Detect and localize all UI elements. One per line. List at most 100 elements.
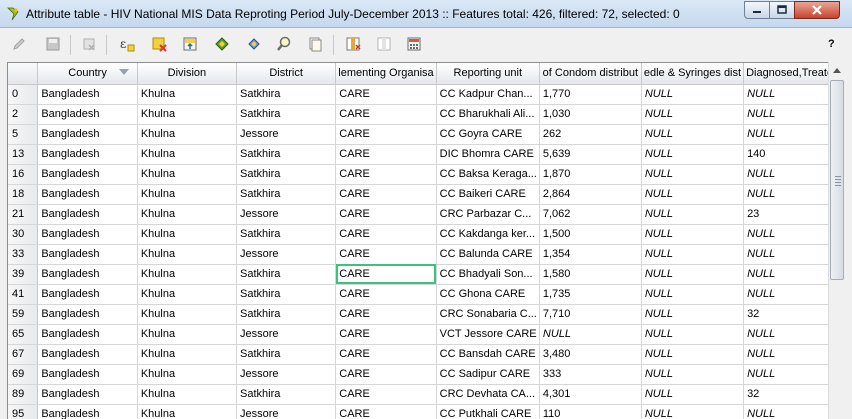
table-cell[interactable]: CARE [335,344,437,365]
table-row[interactable]: 0 Bangladesh Khulna Satkhira CARE CC Kadpur C… [8,84,844,105]
column-header-division[interactable]: Division [137,63,238,85]
save-edits-button[interactable] [43,34,63,54]
select-by-expression-button[interactable]: ε [117,34,137,54]
table-cell[interactable]: Bangladesh [37,284,138,305]
table-cell[interactable]: Bangladesh [37,204,138,225]
table-cell[interactable]: 7,062 [539,204,642,225]
table-cell[interactable]: Khulna [137,264,238,285]
table-cell[interactable]: 1,580 [539,264,642,285]
table-cell[interactable]: CC Putkhali CARE [436,404,540,419]
table-cell[interactable]: Bangladesh [37,364,138,385]
table-cell[interactable]: Khulna [137,224,238,245]
column-header-district[interactable]: District [236,63,337,85]
table-cell[interactable]: Bangladesh [37,184,138,205]
table-row[interactable]: 30 Bangladesh Khulna Satkhira CARE CC Kakdang… [8,224,844,245]
table-cell[interactable]: 333 [539,364,642,385]
table-row[interactable]: 89 Bangladesh Khulna Satkhira CARE CRC Devhat… [8,384,844,405]
table-cell[interactable]: 7,710 [539,304,642,325]
new-column-button[interactable] [343,34,363,54]
table-cell[interactable]: Bangladesh [37,84,138,105]
table-cell[interactable]: CC Kadpur Chan... [436,84,540,105]
table-cell[interactable]: Bangladesh [37,224,138,245]
table-cell[interactable]: Bangladesh [37,144,138,165]
table-cell[interactable]: 1,735 [539,284,642,305]
row-header[interactable]: 67 [8,344,39,365]
table-cell[interactable]: CC Kakdanga ker... [436,224,540,245]
row-header[interactable]: 69 [8,364,39,385]
table-cell[interactable]: CC Goyra CARE [436,124,540,145]
row-header[interactable]: 33 [8,244,39,265]
table-cell[interactable]: Khulna [137,124,238,145]
table-row[interactable]: 33 Bangladesh Khulna Jessore CARE CC Balunda … [8,244,844,265]
table-row[interactable]: 16 Bangladesh Khulna Satkhira CARE CC Baksa K… [8,164,844,185]
zoom-to-selected-button[interactable] [274,34,294,54]
table-cell[interactable]: CC Balunda CARE [436,244,540,265]
table-cell[interactable]: NULL [641,144,745,165]
table-cell[interactable]: CARE [335,84,437,105]
table-row[interactable]: 21 Bangladesh Khulna Jessore CARE CRC Parbaza… [8,204,844,225]
table-cell[interactable]: 4,301 [539,384,642,405]
table-cell[interactable]: Khulna [137,184,238,205]
table-cell[interactable]: NULL [641,244,745,265]
table-cell[interactable]: Satkhira [236,184,337,205]
table-cell[interactable]: CC Ghona CARE [436,284,540,305]
table-cell[interactable]: CC Baksa Keraga... [436,164,540,185]
row-header[interactable]: 65 [8,324,39,345]
table-row[interactable]: 13 Bangladesh Khulna Satkhira CARE DIC Bhomra… [8,144,844,165]
table-cell[interactable]: 3,480 [539,344,642,365]
table-row[interactable]: 39 Bangladesh Khulna Satkhira CARE CC Bhadyal… [8,264,844,285]
row-header[interactable]: 95 [8,404,39,419]
table-cell[interactable]: CARE [335,124,437,145]
table-cell[interactable]: Khulna [137,344,238,365]
row-header[interactable]: 59 [8,304,39,325]
table-cell[interactable]: Bangladesh [37,384,138,405]
deselect-all-button[interactable] [149,34,169,54]
table-cell[interactable]: Jessore [236,364,337,385]
table-cell[interactable]: 1,030 [539,104,642,125]
table-cell[interactable]: NULL [641,124,745,145]
table-cell[interactable]: CARE [335,164,437,185]
column-header-country[interactable]: Country [37,63,138,85]
table-cell[interactable]: CC Bansdah CARE [436,344,540,365]
table-row[interactable]: 67 Bangladesh Khulna Satkhira CARE CC Bansdah… [8,344,844,365]
table-cell[interactable]: CARE [335,324,437,345]
row-header[interactable]: 30 [8,224,39,245]
table-cell[interactable]: CARE [335,224,437,245]
table-cell[interactable]: Khulna [137,204,238,225]
row-header[interactable]: 21 [8,204,39,225]
table-cell[interactable]: Bangladesh [37,264,138,285]
table-cell[interactable]: NULL [641,264,745,285]
table-cell[interactable]: NULL [641,404,745,419]
row-header[interactable]: 41 [8,284,39,305]
table-cell[interactable]: Khulna [137,244,238,265]
table-row[interactable]: 69 Bangladesh Khulna Jessore CARE CC Sadipur … [8,364,844,385]
table-cell[interactable]: NULL [641,304,745,325]
vertical-scrollbar[interactable] [828,62,845,419]
table-cell[interactable]: NULL [641,364,745,385]
table-cell[interactable]: CARE [335,264,437,285]
table-cell[interactable]: CC Bharukhali Ali... [436,104,540,125]
table-cell[interactable]: Jessore [236,404,337,419]
scrollbar-thumb[interactable] [830,80,844,280]
table-cell[interactable]: Khulna [137,164,238,185]
table-cell[interactable]: CC Sadipur CARE [436,364,540,385]
column-header-needle-syringes[interactable]: edle & Syringes dist [641,63,745,85]
table-cell[interactable]: Khulna [137,84,238,105]
copy-rows-button[interactable] [305,34,325,54]
table-cell[interactable]: Jessore [236,244,337,265]
table-cell[interactable]: 1,870 [539,164,642,185]
table-row[interactable]: 5 Bangladesh Khulna Jessore CARE CC Goyra CAR… [8,124,844,145]
table-cell[interactable]: NULL [641,384,745,405]
table-cell[interactable]: DIC Bhomra CARE [436,144,540,165]
table-cell[interactable]: CARE [335,204,437,225]
table-cell[interactable]: Bangladesh [37,164,138,185]
table-cell[interactable]: CARE [335,404,437,419]
table-cell[interactable]: CARE [335,284,437,305]
maximize-button[interactable] [769,1,795,19]
table-cell[interactable]: CC Bhadyali Son... [436,264,540,285]
table-cell[interactable]: NULL [641,324,745,345]
table-cell[interactable]: Khulna [137,384,238,405]
table-cell[interactable]: 2,864 [539,184,642,205]
table-cell[interactable]: NULL [539,324,642,345]
table-cell[interactable]: Khulna [137,304,238,325]
